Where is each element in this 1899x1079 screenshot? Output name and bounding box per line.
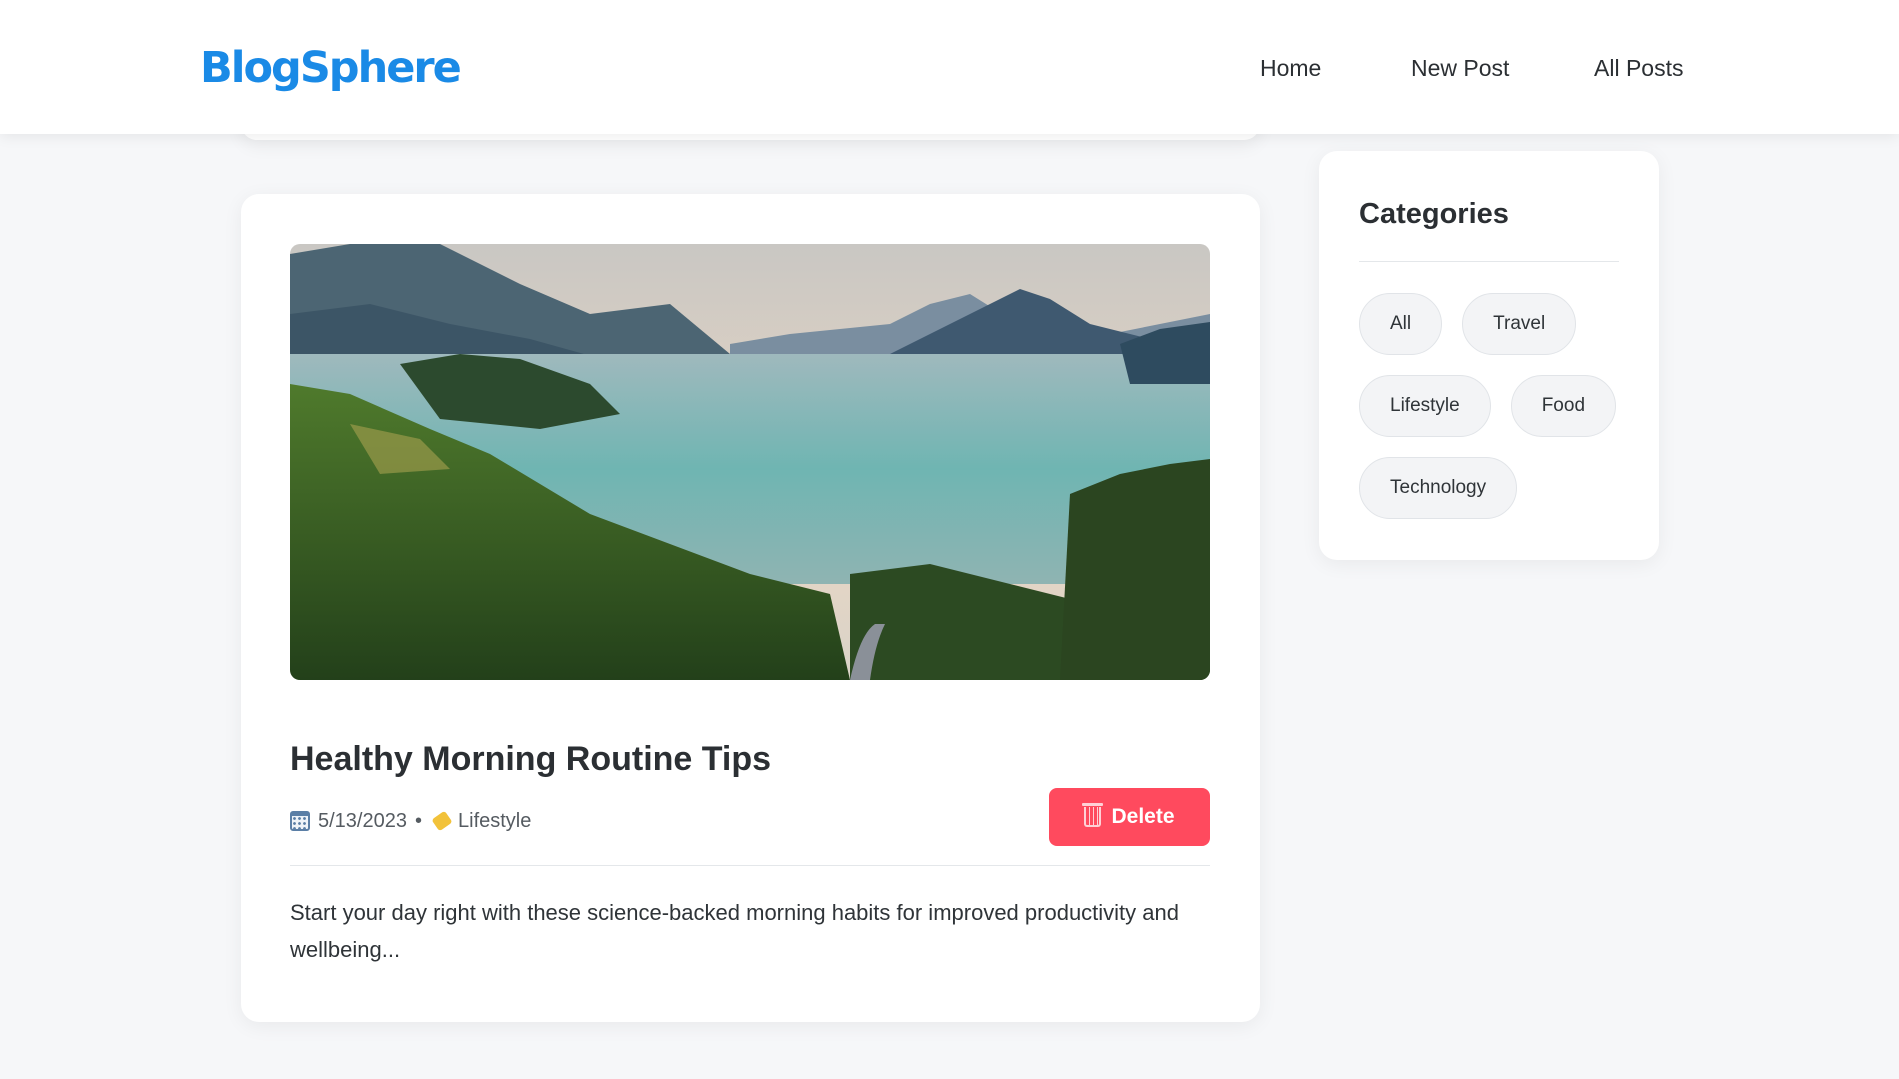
delete-button[interactable]: Delete (1049, 788, 1210, 846)
post-title[interactable]: Healthy Morning Routine Tips (290, 740, 771, 779)
nav-new-post-link[interactable]: New Post (1411, 55, 1509, 82)
category-list: All Travel Lifestyle Food Technology (1359, 293, 1624, 519)
nav-home-link[interactable]: Home (1260, 55, 1321, 82)
category-chip-lifestyle[interactable]: Lifestyle (1359, 375, 1491, 437)
categories-heading: Categories (1359, 198, 1509, 230)
meta-separator: • (414, 809, 422, 832)
post-cover-image[interactable] (290, 244, 1210, 680)
landscape-image (290, 244, 1210, 680)
post-divider (290, 865, 1210, 866)
post-category: Lifestyle (458, 809, 532, 832)
calendar-icon (290, 811, 310, 831)
category-chip-food[interactable]: Food (1510, 375, 1617, 437)
post-card: Healthy Morning Routine Tips 5/13/2023 •… (241, 194, 1260, 1022)
post-excerpt: Start your day right with these science-… (290, 900, 1179, 962)
trash-icon (1082, 803, 1104, 827)
post-date: 5/13/2023 (318, 809, 407, 832)
categories-sidebar: Categories All Travel Lifestyle Food Tec… (1319, 151, 1659, 560)
top-navbar: BlogSphere Home New Post All Posts (0, 0, 1899, 134)
nav-all-posts-link[interactable]: All Posts (1594, 55, 1683, 82)
category-chip-all[interactable]: All (1359, 293, 1443, 355)
delete-button-label: Delete (1111, 805, 1175, 828)
post-meta: 5/13/2023 • Lifestyle (290, 806, 531, 836)
category-chip-technology[interactable]: Technology (1359, 457, 1518, 519)
sidebar-divider (1359, 261, 1619, 262)
tag-icon (431, 810, 453, 832)
category-chip-travel[interactable]: Travel (1462, 293, 1577, 355)
site-logo[interactable]: BlogSphere (200, 43, 462, 93)
